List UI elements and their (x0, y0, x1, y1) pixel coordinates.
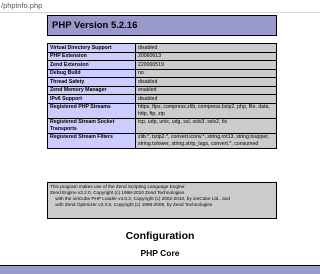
row-value: https, ftps, compress.zlib, compress.bzi… (135, 102, 277, 119)
row-key: Registered Stream Socket Transports (47, 117, 136, 134)
php-core-heading: PHP Core (140, 248, 180, 258)
row-value: zlib.*, bzip2.*, convert.iconv.*, string… (135, 132, 277, 149)
row-value: 20060613 (135, 51, 277, 61)
table-row: IPv6 Support disabled (47, 94, 277, 104)
row-key: Registered Stream Filters (47, 132, 136, 149)
row-key: Zend Memory Manager (47, 85, 136, 95)
row-key: Zend Extension (47, 60, 136, 70)
row-value: enabled (135, 85, 277, 95)
row-key: IPv6 Support (47, 94, 136, 104)
table-row: Debug Build no (47, 68, 277, 78)
table-row: Virtual Directory Support disabled (47, 43, 277, 53)
table-row: Thread Safety disabled (47, 77, 277, 87)
row-value: disabled (135, 94, 277, 104)
php-version-title: PHP Version 5.2.16 (52, 20, 138, 31)
row-key: Virtual Directory Support (47, 43, 136, 53)
php-version-header: PHP Version 5.2.16 (47, 15, 277, 36)
table-row: Registered Stream Filters zlib.*, bzip2.*… (47, 132, 277, 149)
info-table: Virtual Directory Support disabled PHP Ex… (47, 43, 277, 149)
section-header-stripe (0, 265, 320, 274)
table-row: Zend Extension 220060519 (47, 60, 277, 70)
row-key: Registered PHP Streams (47, 102, 136, 119)
row-key: PHP Extension (47, 51, 136, 61)
row-value: no (135, 68, 277, 78)
row-value: disabled (135, 77, 277, 87)
address-text[interactable]: /phpinfo.php (1, 0, 42, 11)
table-row: Registered Stream Socket Transports tcp, … (47, 117, 277, 134)
credits-line: with Zend Optimizer v3.3.9, Copyright (c… (50, 202, 213, 207)
table-row: Registered PHP Streams https, ftps, compr… (47, 102, 277, 119)
table-row: Zend Memory Manager enabled (47, 85, 277, 95)
configuration-heading: Configuration (125, 230, 195, 242)
row-value: 220060519 (135, 60, 277, 70)
row-value: disabled (135, 43, 277, 53)
row-key: Thread Safety (47, 77, 136, 87)
zend-credits-box: This program makes use of the Zend Scrip… (47, 182, 277, 219)
row-key: Debug Build (47, 68, 136, 78)
row-value: tcp, udp, unix, udg, ssl, sslv3, sslv2, … (135, 117, 277, 134)
address-bar[interactable]: /phpinfo.php (0, 0, 320, 13)
table-row: PHP Extension 20060613 (47, 51, 277, 61)
